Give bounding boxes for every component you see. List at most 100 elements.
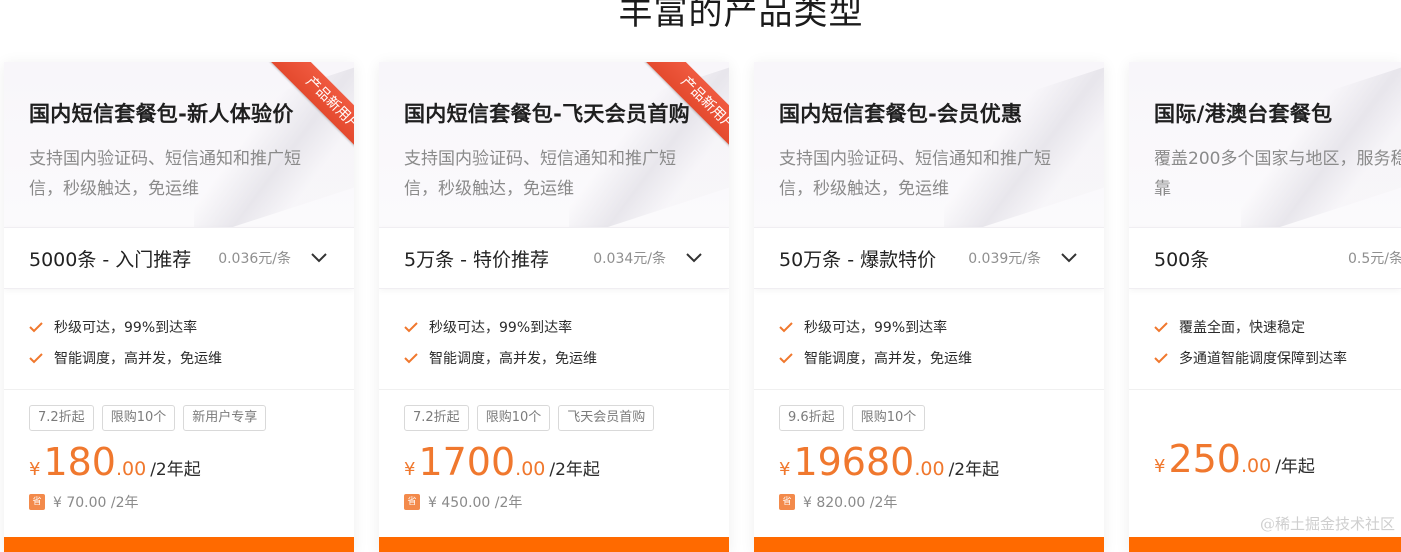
feature-list: 秒级可达，99%到达率 智能调度，高并发，免运维 bbox=[29, 311, 222, 373]
price: ¥1700.00/2年起 bbox=[404, 440, 600, 484]
tag-list: 7.2折起 限购10个 飞天会员首购 bbox=[404, 405, 655, 431]
limit-tag: 限购10个 bbox=[476, 405, 551, 431]
buy-button[interactable] bbox=[379, 537, 729, 552]
price-integer: 19680 bbox=[793, 440, 915, 484]
savings-icon: 省 bbox=[404, 494, 420, 510]
divider bbox=[4, 389, 354, 390]
feature-item: 智能调度，高并发，免运维 bbox=[404, 342, 597, 373]
feature-text: 智能调度，高并发，免运维 bbox=[804, 350, 972, 367]
price-decimal: .00 bbox=[914, 458, 945, 480]
feature-text: 智能调度，高并发，免运维 bbox=[429, 350, 597, 367]
discount-tag: 9.6折起 bbox=[779, 405, 844, 431]
price-period: /2年起 bbox=[948, 460, 1000, 480]
check-icon bbox=[404, 321, 418, 332]
feature-list: 秒级可达，99%到达率 智能调度，高并发，免运维 bbox=[779, 311, 972, 373]
check-icon bbox=[779, 352, 793, 363]
check-icon bbox=[29, 352, 43, 363]
feature-text: 智能调度，高并发，免运维 bbox=[54, 350, 222, 367]
check-icon bbox=[404, 352, 418, 363]
chevron-down-icon[interactable] bbox=[684, 247, 704, 267]
package-select[interactable]: 5万条 - 特价推荐 0.034元/条 bbox=[379, 227, 729, 289]
price-period: /年起 bbox=[1275, 457, 1315, 477]
savings: 省 ¥ 70.00 /2年 bbox=[29, 492, 139, 512]
product-card: 国际/港澳台套餐包 覆盖200多个国家与地区，服务稳定可靠 500条 0.5元/… bbox=[1129, 62, 1401, 552]
unit-price: 0.5元/条 bbox=[1348, 251, 1401, 267]
product-card: 国内短信套餐包-新人体验价 支持国内验证码、短信通知和推广短信，秒级触达，免运维… bbox=[4, 62, 354, 552]
divider bbox=[754, 389, 1104, 390]
new-user-tag: 新用户专享 bbox=[183, 405, 267, 431]
price: ¥19680.00/2年起 bbox=[779, 440, 999, 484]
feature-item: 秒级可达，99%到达率 bbox=[29, 311, 222, 342]
savings-text: ¥ 820.00 /2年 bbox=[803, 495, 898, 511]
check-icon bbox=[1154, 321, 1168, 332]
ribbon-label: 产品新用户 bbox=[645, 62, 729, 167]
price: ¥180.00/2年起 bbox=[29, 440, 201, 484]
feature-item: 秒级可达，99%到达率 bbox=[779, 311, 972, 342]
price-integer: 250 bbox=[1168, 437, 1241, 481]
feature-item: 智能调度，高并发，免运维 bbox=[779, 342, 972, 373]
divider bbox=[379, 389, 729, 390]
card-description: 覆盖200多个国家与地区，服务稳定可靠 bbox=[1154, 149, 1401, 199]
currency-symbol: ¥ bbox=[404, 459, 416, 480]
price-integer: 1700 bbox=[418, 440, 516, 484]
new-user-ribbon: 产品新用户 bbox=[623, 62, 729, 172]
price-period: /2年起 bbox=[549, 460, 600, 480]
unit-price: 0.036元/条 bbox=[218, 251, 291, 267]
feature-item: 多通道智能调度保障到达率 bbox=[1154, 342, 1347, 373]
card-title: 国际/港澳台套餐包 bbox=[1154, 102, 1333, 126]
feature-text: 多通道智能调度保障到达率 bbox=[1179, 350, 1347, 367]
feature-text: 秒级可达，99%到达率 bbox=[804, 319, 948, 336]
package-select[interactable]: 500条 0.5元/条 bbox=[1129, 227, 1401, 289]
watermark: @稀土掘金技术社区 bbox=[1259, 515, 1395, 533]
price-decimal: .00 bbox=[1240, 455, 1272, 477]
feature-text: 秒级可达，99%到达率 bbox=[54, 319, 198, 336]
package-select-value: 50万条 - 爆款特价 bbox=[779, 249, 937, 271]
buy-button[interactable] bbox=[754, 537, 1104, 552]
package-select-value: 500条 bbox=[1154, 249, 1210, 271]
divider bbox=[1129, 389, 1401, 390]
tag-list: 9.6折起 限购10个 bbox=[779, 405, 926, 431]
card-title: 国内短信套餐包-会员优惠 bbox=[779, 102, 1023, 126]
feature-item: 覆盖全面，快速稳定 bbox=[1154, 311, 1347, 342]
price: ¥250.00/年起 bbox=[1154, 437, 1315, 481]
chevron-down-icon[interactable] bbox=[309, 247, 329, 267]
tag-list: 7.2折起 限购10个 新用户专享 bbox=[29, 405, 267, 431]
savings-text: ¥ 70.00 /2年 bbox=[53, 495, 139, 511]
check-icon bbox=[29, 321, 43, 332]
savings-icon: 省 bbox=[29, 494, 45, 510]
feature-text: 秒级可达，99%到达率 bbox=[429, 319, 573, 336]
price-integer: 180 bbox=[43, 440, 116, 484]
feature-text: 覆盖全面，快速稳定 bbox=[1179, 319, 1305, 336]
new-user-ribbon: 产品新用户 bbox=[248, 62, 354, 172]
feature-item: 智能调度，高并发，免运维 bbox=[29, 342, 222, 373]
check-icon bbox=[1154, 352, 1168, 363]
card-description: 支持国内验证码、短信通知和推广短信，秒级触达，免运维 bbox=[779, 149, 1051, 199]
limit-tag: 限购10个 bbox=[851, 405, 926, 431]
discount-tag: 7.2折起 bbox=[29, 405, 94, 431]
unit-price: 0.039元/条 bbox=[968, 251, 1041, 267]
package-select[interactable]: 5000条 - 入门推荐 0.036元/条 bbox=[4, 227, 354, 289]
package-select[interactable]: 50万条 - 爆款特价 0.039元/条 bbox=[754, 227, 1104, 289]
ribbon-label: 产品新用户 bbox=[270, 62, 354, 167]
section-title: 丰富的产品类型 bbox=[618, 0, 864, 33]
savings-icon: 省 bbox=[779, 494, 795, 510]
limit-tag: 限购10个 bbox=[101, 405, 176, 431]
check-icon bbox=[779, 321, 793, 332]
unit-price: 0.034元/条 bbox=[593, 251, 666, 267]
savings: 省 ¥ 820.00 /2年 bbox=[779, 492, 897, 512]
price-period: /2年起 bbox=[150, 460, 201, 480]
chevron-down-icon[interactable] bbox=[1059, 247, 1079, 267]
package-select-value: 5000条 - 入门推荐 bbox=[29, 249, 192, 271]
product-card: 国内短信套餐包-飞天会员首购 支持国内验证码、短信通知和推广短信，秒级触达，免运… bbox=[379, 62, 729, 552]
currency-symbol: ¥ bbox=[29, 459, 41, 480]
feature-list: 秒级可达，99%到达率 智能调度，高并发，免运维 bbox=[404, 311, 597, 373]
feature-item: 秒级可达，99%到达率 bbox=[404, 311, 597, 342]
price-decimal: .00 bbox=[115, 458, 147, 480]
product-card: 国内短信套餐包-会员优惠 支持国内验证码、短信通知和推广短信，秒级触达，免运维 … bbox=[754, 62, 1104, 552]
buy-button[interactable] bbox=[1129, 537, 1401, 552]
buy-button[interactable] bbox=[4, 537, 354, 552]
package-select-value: 5万条 - 特价推荐 bbox=[404, 249, 550, 271]
savings: 省 ¥ 450.00 /2年 bbox=[404, 492, 522, 512]
feature-list: 覆盖全面，快速稳定 多通道智能调度保障到达率 bbox=[1154, 311, 1347, 373]
currency-symbol: ¥ bbox=[779, 459, 791, 480]
